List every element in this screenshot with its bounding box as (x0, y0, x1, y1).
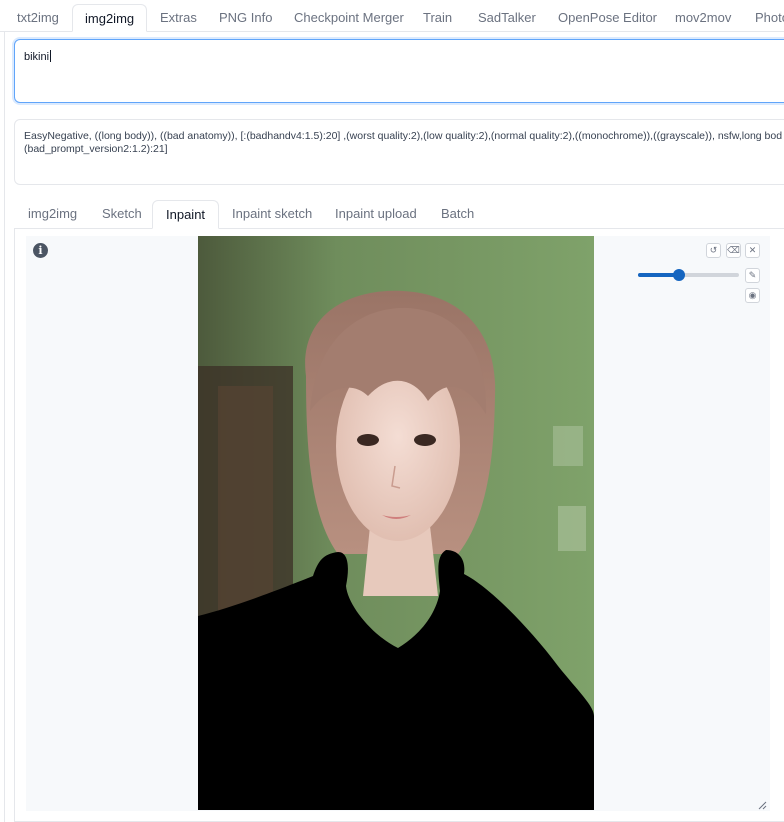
tab-sadtalker[interactable]: SadTalker (478, 4, 536, 31)
tab-txt2img[interactable]: txt2img (17, 4, 59, 31)
negative-prompt-line-1: EasyNegative, ((long body)), ((bad anato… (24, 130, 783, 142)
eraser-icon[interactable]: ⌫ (726, 243, 741, 258)
tab-img2img-mode[interactable]: img2img (28, 200, 77, 228)
prompt-input[interactable]: bikini (14, 39, 784, 103)
tab-train[interactable]: Train (423, 4, 452, 31)
tab-inpaint[interactable]: Inpaint (152, 200, 220, 229)
tab-img2img[interactable]: img2img (72, 4, 148, 32)
resize-handle-icon[interactable] (757, 800, 767, 810)
prompt-text: bikini (24, 51, 50, 63)
page-left-border (4, 31, 5, 822)
tab-openpose-editor[interactable]: OpenPose Editor (558, 4, 657, 31)
main-tab-bar: txt2img img2img Extras PNG Info Checkpoi… (0, 4, 784, 32)
tab-sketch[interactable]: Sketch (102, 200, 142, 228)
tab-inpaint-upload[interactable]: Inpaint upload (335, 200, 417, 228)
inpaint-image[interactable] (198, 236, 594, 810)
brush-size-slider[interactable] (638, 269, 739, 281)
brush-icon[interactable]: ✎ (745, 268, 760, 283)
tab-checkpoint-merger[interactable]: Checkpoint Merger (294, 4, 404, 31)
undo-icon[interactable]: ↺ (706, 243, 721, 258)
portrait-photo (198, 236, 594, 810)
text-caret (50, 50, 52, 62)
tab-batch[interactable]: Batch (441, 200, 474, 228)
tab-inpaint-sketch[interactable]: Inpaint sketch (232, 200, 312, 228)
negative-prompt-line-2: (bad_prompt_version2:1.2):21] (24, 143, 168, 155)
tab-mov2mov[interactable]: mov2mov (675, 4, 731, 31)
palette-icon[interactable]: ◉ (745, 288, 760, 303)
img2img-mode-tabs: img2img Sketch Inpaint Inpaint sketch In… (14, 200, 784, 229)
tab-png-info[interactable]: PNG Info (219, 4, 272, 31)
tab-photo[interactable]: Photo (755, 4, 784, 31)
close-icon[interactable]: ✕ (745, 243, 760, 258)
info-icon[interactable]: i (33, 243, 48, 258)
negative-prompt-input[interactable]: EasyNegative, ((long body)), ((bad anato… (14, 119, 784, 185)
slider-thumb[interactable] (673, 269, 686, 281)
tab-extras[interactable]: Extras (160, 4, 197, 31)
